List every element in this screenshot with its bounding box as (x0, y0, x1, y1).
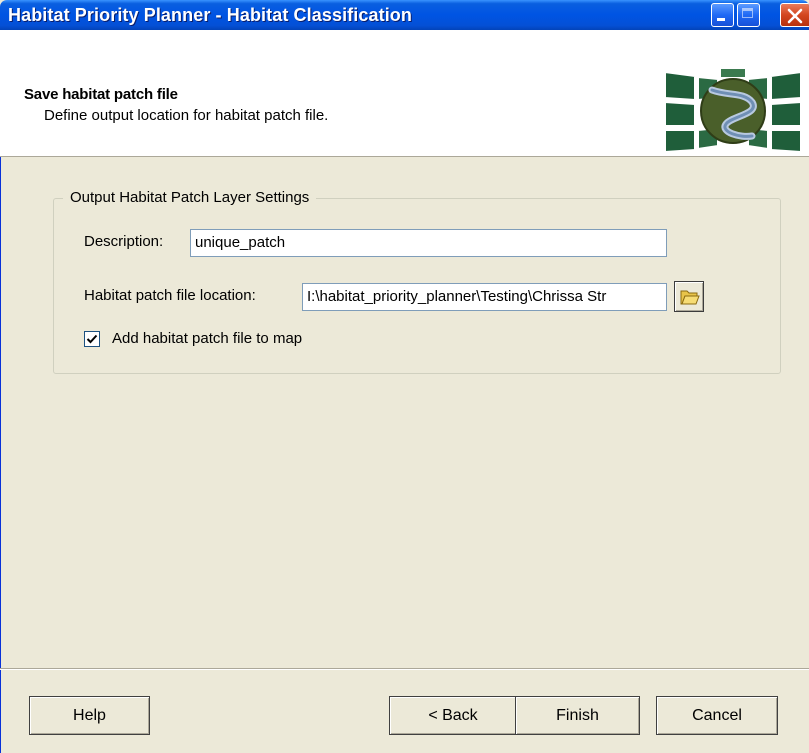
minimize-icon[interactable] (711, 3, 734, 27)
title-bar[interactable]: Habitat Priority Planner - Habitat Class… (0, 0, 809, 30)
help-button[interactable]: Help (29, 696, 150, 735)
wizard-header: Save habitat patch file Define output lo… (0, 30, 809, 157)
window-title: Habitat Priority Planner - Habitat Class… (8, 5, 412, 25)
folder-open-icon (680, 290, 700, 305)
page-subtitle: Define output location for habitat patch… (44, 107, 329, 124)
description-input[interactable]: unique_patch (190, 229, 667, 257)
group-legend: Output Habitat Patch Layer Settings (63, 189, 317, 206)
add-to-map-checkbox[interactable] (84, 331, 100, 347)
checkmark-icon (86, 334, 98, 344)
browse-button[interactable] (674, 281, 704, 312)
back-button[interactable]: < Back (389, 696, 517, 735)
cancel-button[interactable]: Cancel (656, 696, 778, 735)
finish-button[interactable]: Finish (515, 696, 640, 735)
maximize-icon[interactable] (737, 3, 760, 27)
add-to-map-label[interactable]: Add habitat patch file to map (112, 330, 302, 347)
footer-divider (0, 668, 809, 670)
page-title: Save habitat patch file (24, 86, 178, 103)
location-label: Habitat patch file location: (84, 287, 256, 304)
habitat-planner-logo (662, 66, 804, 157)
location-input[interactable]: I:\habitat_priority_planner\Testing\Chri… (302, 283, 667, 311)
close-icon[interactable] (780, 3, 809, 27)
description-label: Description: (84, 233, 164, 250)
